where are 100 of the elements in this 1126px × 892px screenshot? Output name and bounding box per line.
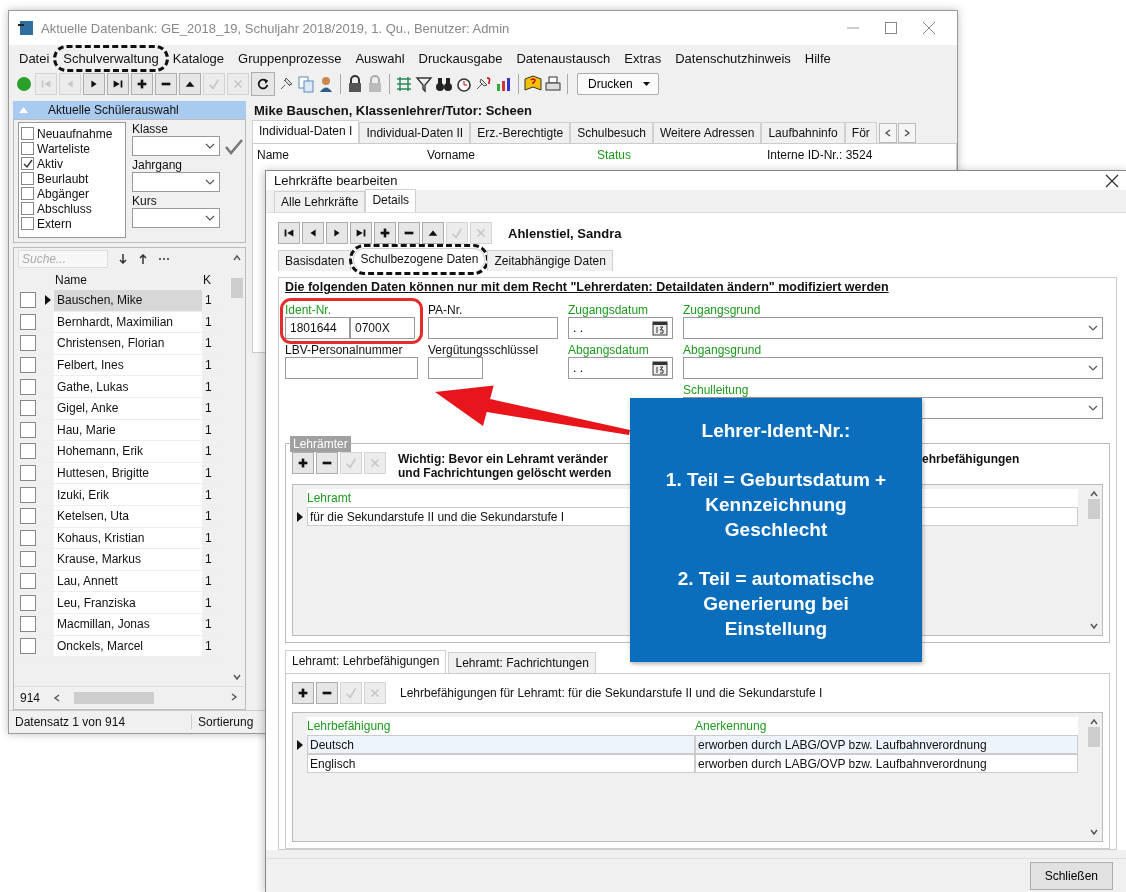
student-name[interactable]: Hohemann, Erik xyxy=(54,441,202,462)
dropdown-icon[interactable] xyxy=(205,143,215,149)
select-field[interactable] xyxy=(132,172,220,192)
menu-item[interactable]: Datei xyxy=(13,48,56,68)
menu-item[interactable]: Hilfe xyxy=(798,48,837,68)
dropdown-icon[interactable] xyxy=(205,179,215,185)
table-cell[interactable]: Deutsch xyxy=(307,735,695,755)
plus-button[interactable] xyxy=(131,73,153,95)
date-field[interactable]: . . xyxy=(568,357,673,380)
search-field[interactable]: Suche... xyxy=(18,250,108,268)
checkbox[interactable] xyxy=(20,508,36,525)
person-icon[interactable] xyxy=(317,75,335,93)
select-field[interactable] xyxy=(132,208,220,228)
text-field[interactable] xyxy=(285,357,418,380)
checkbox[interactable] xyxy=(21,217,34,230)
tab[interactable]: Alle Lehrkräfte xyxy=(274,191,366,213)
student-name[interactable]: Bauschen, Mike xyxy=(54,290,202,311)
plus-button[interactable] xyxy=(292,452,314,475)
checkbox-label[interactable]: Abschluss xyxy=(37,201,92,216)
menu-item[interactable]: Kataloge xyxy=(166,48,231,68)
scroll-thumb[interactable] xyxy=(1088,499,1100,520)
student-name[interactable]: Huttesen, Brigitte xyxy=(54,462,202,484)
checkbox[interactable] xyxy=(20,573,36,589)
student-name[interactable]: Christensen, Florian xyxy=(54,333,202,354)
student-name[interactable]: Hau, Marie xyxy=(54,419,202,441)
help-book-icon[interactable] xyxy=(524,75,542,93)
checkbox[interactable] xyxy=(21,187,34,200)
plus-button[interactable] xyxy=(292,682,314,705)
plus-button[interactable] xyxy=(374,222,396,245)
student-name[interactable]: Krause, Markus xyxy=(54,549,202,570)
student-name[interactable]: Ketelsen, Uta xyxy=(54,505,202,527)
close-button[interactable]: Schließen xyxy=(1029,862,1113,891)
checkbox-label[interactable]: Neuaufnahme xyxy=(37,126,113,141)
menu-item[interactable]: Druckausgabe xyxy=(412,48,509,68)
checkbox-label[interactable]: Abgänger xyxy=(37,186,90,201)
scroll-right-icon[interactable] xyxy=(229,692,239,702)
last-record-button[interactable] xyxy=(107,73,129,95)
alarm-clock-icon[interactable] xyxy=(455,75,473,93)
date-field[interactable]: . . xyxy=(568,317,673,340)
binoculars-icon[interactable] xyxy=(435,75,453,93)
dropdown-icon[interactable] xyxy=(1088,405,1098,412)
checkbox-label[interactable]: Aktiv xyxy=(37,156,63,171)
previous-button[interactable] xyxy=(302,222,324,245)
dropdown-icon[interactable] xyxy=(1088,365,1098,372)
minus-button[interactable] xyxy=(398,222,420,245)
tab[interactable]: Details xyxy=(365,189,417,213)
dropdown-icon[interactable] xyxy=(1088,325,1098,332)
checkbox[interactable] xyxy=(20,335,36,352)
table-cell[interactable]: erworben durch LABG/OVP bzw. Laufbahnverordnung xyxy=(695,754,1078,774)
refresh-button[interactable] xyxy=(251,72,275,96)
tab[interactable]: Individual-Daten I xyxy=(252,120,360,143)
scroll-right-button[interactable] xyxy=(897,123,916,143)
checkbox[interactable] xyxy=(20,292,36,309)
last-record-button[interactable] xyxy=(350,222,372,245)
checkbox[interactable] xyxy=(20,378,36,395)
more-icon[interactable] xyxy=(158,257,170,261)
column-header[interactable]: K xyxy=(203,273,211,287)
tab[interactable]: För xyxy=(844,122,877,143)
student-name[interactable]: Lau, Annett xyxy=(54,570,202,592)
checkbox[interactable] xyxy=(20,551,36,568)
tab[interactable]: Basisdaten xyxy=(278,250,352,272)
column-header[interactable]: Lehramt xyxy=(307,491,352,506)
sort-down-icon[interactable] xyxy=(118,254,128,264)
student-name[interactable]: Kohaus, Kristian xyxy=(54,527,202,549)
checkbox[interactable] xyxy=(20,465,36,482)
checkbox[interactable] xyxy=(20,400,36,417)
tab[interactable]: Zeitabhängige Daten xyxy=(487,250,613,272)
tab[interactable]: Lehramt: Fachrichtungen xyxy=(448,652,596,674)
checkbox[interactable] xyxy=(20,313,36,330)
scroll-thumb[interactable] xyxy=(1088,727,1100,748)
checkbox[interactable] xyxy=(21,172,34,185)
print-button[interactable]: Drucken xyxy=(577,73,659,95)
checkbox-label[interactable]: Beurlaubt xyxy=(37,171,89,186)
scroll-thumb[interactable] xyxy=(231,278,243,298)
column-header[interactable]: Name xyxy=(52,273,203,287)
column-header[interactable]: Anerkennung xyxy=(695,719,767,734)
menu-item[interactable]: Datenschutzhinweis xyxy=(669,48,797,68)
ident-field[interactable]: 1801644 xyxy=(285,317,350,340)
table-cell[interactable]: erworben durch LABG/OVP bzw. Laufbahnverordnung xyxy=(695,735,1078,755)
minus-button[interactable] xyxy=(316,452,338,475)
select-field[interactable] xyxy=(132,136,220,156)
lock-icon[interactable] xyxy=(346,75,364,93)
menu-item[interactable]: Gruppenprozesse xyxy=(232,48,348,68)
student-name[interactable]: Izuki, Erik xyxy=(54,484,202,505)
checkbox[interactable] xyxy=(20,486,36,503)
minus-button[interactable] xyxy=(155,73,177,95)
up-button[interactable] xyxy=(179,73,201,95)
select-field[interactable] xyxy=(683,357,1103,380)
column-header[interactable]: Lehrbefähigung xyxy=(307,719,695,734)
apply-checkmark-icon[interactable] xyxy=(224,139,244,155)
ident-field[interactable]: 0700X xyxy=(350,317,415,340)
checkbox-label[interactable]: Warteliste xyxy=(37,141,90,156)
student-name[interactable]: Felbert, Ines xyxy=(54,354,202,376)
checkbox[interactable] xyxy=(20,616,36,633)
sort-up-icon[interactable] xyxy=(138,254,148,264)
checkbox[interactable] xyxy=(20,443,36,460)
checkbox[interactable] xyxy=(21,157,34,170)
close-icon[interactable] xyxy=(1105,173,1119,188)
scroll-thumb[interactable] xyxy=(74,692,155,704)
checkbox[interactable] xyxy=(20,594,36,611)
